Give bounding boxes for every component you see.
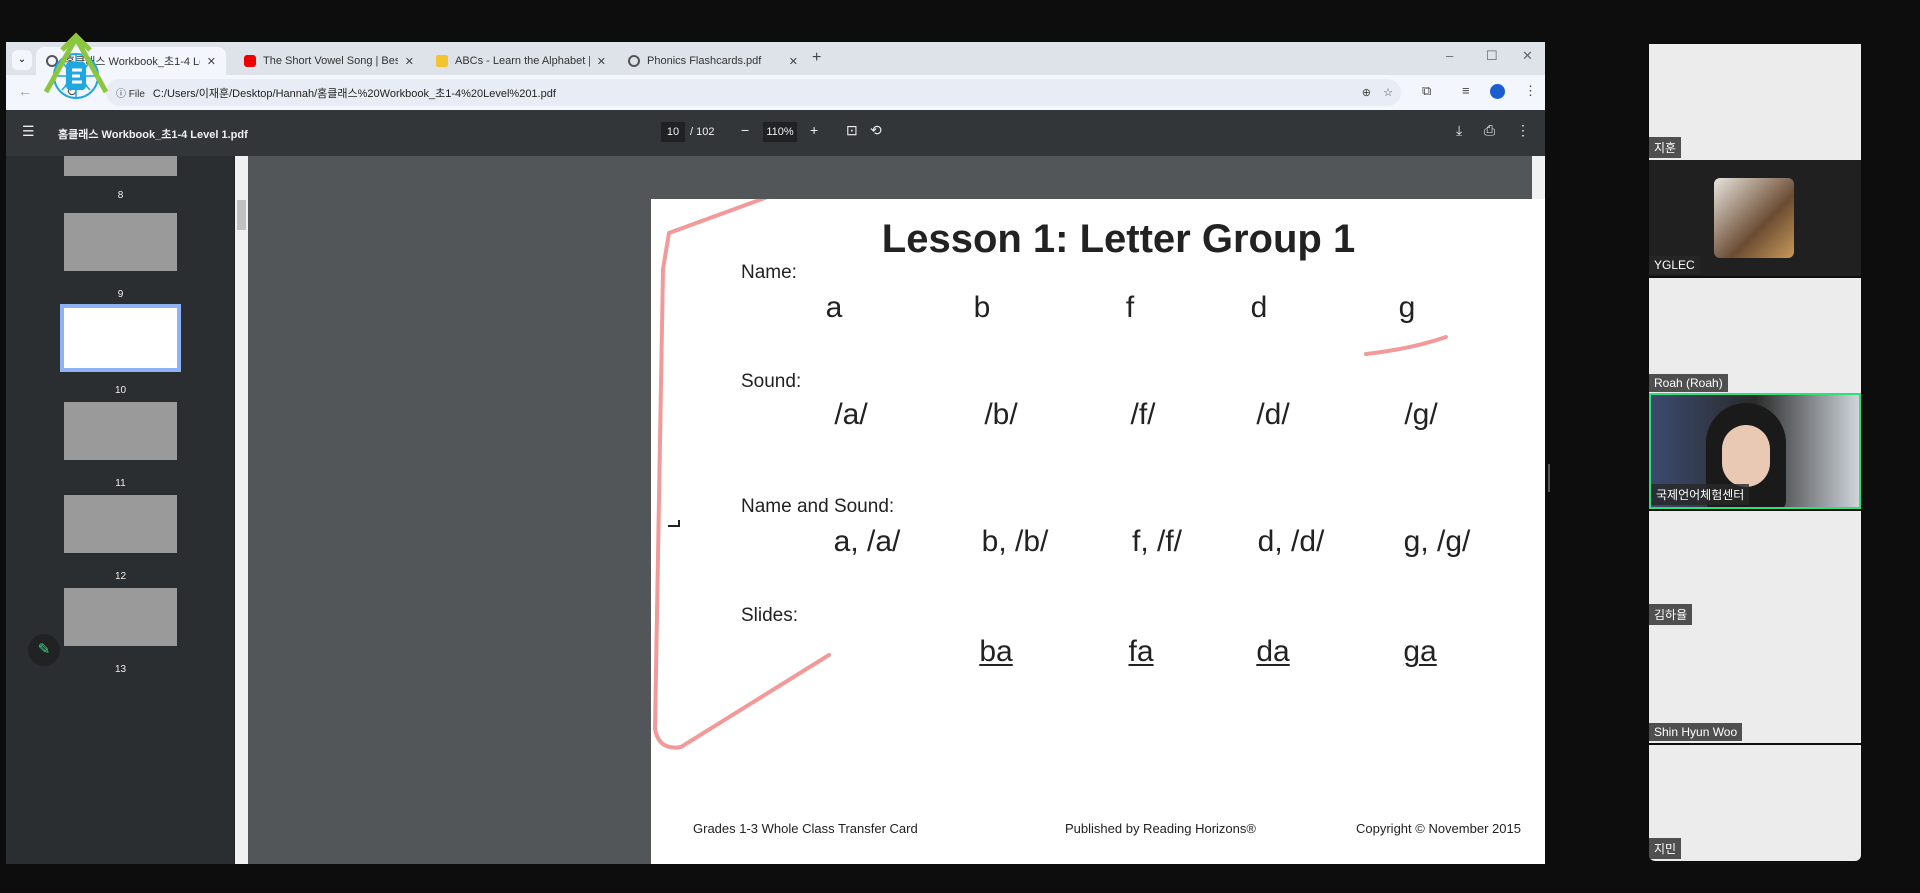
browser-window: ⌄ 홈클래스 Workbook_초1-4 Level 1.pdf ✕ The Sh… [6,42,1545,864]
bookmark-star-icon[interactable]: ☆ [1383,86,1393,99]
thumbnail-label: 13 [114,664,127,675]
tab-label: Phonics Flashcards.pdf [647,55,762,67]
tab-label: ABCs - Learn the Alphabet | Starfall [455,55,590,67]
youtube-icon [244,55,256,67]
zoom-in-button[interactable]: + [810,122,818,138]
profile-avatar[interactable] [1490,84,1505,99]
zoom-out-button[interactable]: − [741,122,749,138]
participant-name: YGLEC [1649,256,1700,274]
sidebar-scrollbar[interactable] [235,156,248,864]
thumbnail-label: 9 [117,289,124,300]
maximize-button[interactable]: ☐ [1486,48,1498,64]
participant-tile[interactable]: 지훈 [1649,44,1861,160]
close-window-button[interactable]: ✕ [1522,48,1533,64]
chrome-menu-icon[interactable]: ⋮ [1524,83,1537,99]
tab-search-button[interactable]: ⌄ [12,50,32,70]
pdf-toolbar: ☰ 홈클래스 Workbook_초1-4 Level 1.pdf 10 / 10… [6,110,1545,156]
participant-avatar-image [1714,178,1794,258]
pdf-title: 홈클래스 Workbook_초1-4 Level 1.pdf [58,129,248,141]
participant-name: 지민 [1649,838,1682,859]
file-info-icon[interactable]: ⓘ File [116,85,145,100]
address-bar[interactable]: ⓘ File C:/Users/이재훈/Desktop/Hannah/홈클래스%… [106,79,1401,106]
pdf-viewer: Lesson 1: Letter Group 1 Name: Sound: Na… [235,156,1545,864]
participant-name: 김하율 [1649,604,1693,625]
close-tab-icon[interactable]: ✕ [789,55,798,68]
thumbnail-page-12[interactable] [64,495,177,553]
close-tab-icon[interactable]: ✕ [405,55,414,68]
tab-bar: ⌄ 홈클래스 Workbook_초1-4 Level 1.pdf✕ The Sh… [6,42,1545,75]
starfall-icon [436,55,448,67]
participant-name: Roah (Roah) [1649,374,1728,392]
participant-tile[interactable]: Shin Hyun Woo [1649,627,1861,743]
address-bar-row: ← ↻ ⓘ File C:/Users/이재훈/Desktop/Hannah/홈… [6,75,1545,110]
rotate-icon[interactable]: ⟲ [870,122,882,139]
thumbnail-label: 11 [115,478,126,489]
thumbnail-label: 10 [114,385,127,396]
url-text: C:/Users/이재훈/Desktop/Hannah/홈클래스%20Workb… [152,87,556,100]
overlay-logo [43,32,109,99]
back-icon[interactable]: ← [18,83,32,99]
tab-phonics-flashcards[interactable]: Phonics Flashcards.pdf ✕ [618,47,808,75]
extensions-icon[interactable]: ⧉ [1422,83,1431,99]
page-number-input[interactable]: 10 [661,122,685,142]
thumbnail-label: 8 [117,190,124,201]
tab-starfall[interactable]: ABCs - Learn the Alphabet | Starfall ✕ [426,47,616,75]
participant-tile[interactable]: 지민 [1649,745,1861,861]
page-total: / 102 [690,126,715,138]
thumbnail-page-8[interactable] [64,156,177,176]
zoom-input[interactable]: 110% [763,122,797,142]
panel-resize-handle[interactable] [1548,464,1550,492]
more-options-icon[interactable]: ⋮ [1516,122,1530,139]
pen-annotation [652,199,1448,750]
participant-tile[interactable]: 김하율 [1649,511,1861,627]
fit-page-icon[interactable]: ⊡ [846,122,858,139]
thumbnail-sidebar: 8 9 10 11 12 13 ✎ [6,156,235,864]
participant-name: Shin Hyun Woo [1649,723,1743,741]
annotate-pen-button[interactable]: ✎ [28,634,60,666]
pdf-page: Lesson 1: Letter Group 1 Name: Sound: Na… [651,199,1545,864]
minimize-button[interactable]: – [1446,48,1453,63]
thumbnail-page-13[interactable] [64,588,177,646]
close-tab-icon[interactable]: ✕ [207,55,216,68]
zoom-icon[interactable]: ⊕ [1362,86,1371,99]
participant-tile[interactable]: Roah (Roah) [1649,278,1861,394]
reading-list-icon[interactable]: ≡ [1462,83,1470,98]
thumbnail-label: 12 [114,571,127,582]
file-chip: File [128,89,145,100]
hamburger-menu-icon[interactable]: ☰ [22,123,35,140]
close-tab-icon[interactable]: ✕ [597,55,606,68]
thumbnail-page-10-selected[interactable] [60,304,181,372]
participant-tile[interactable]: YGLEC [1649,160,1861,276]
participant-name: 지훈 [1649,137,1682,158]
print-icon[interactable]: ⎙ [1484,122,1495,139]
thumbnail-page-9[interactable] [64,213,177,271]
tab-label: The Short Vowel Song | Best Phonics [263,55,398,67]
participant-name: 국제언어체험센터 [1651,484,1750,505]
globe-icon [628,55,640,67]
new-tab-button[interactable]: + [812,49,821,67]
tab-short-vowel-song[interactable]: The Short Vowel Song | Best Phonics ✕ [234,47,424,75]
thumbnail-page-11[interactable] [64,402,177,460]
participant-tile-active-speaker[interactable]: 국제언어체험센터 [1649,393,1861,509]
download-icon[interactable]: ⤓ [1456,122,1462,139]
